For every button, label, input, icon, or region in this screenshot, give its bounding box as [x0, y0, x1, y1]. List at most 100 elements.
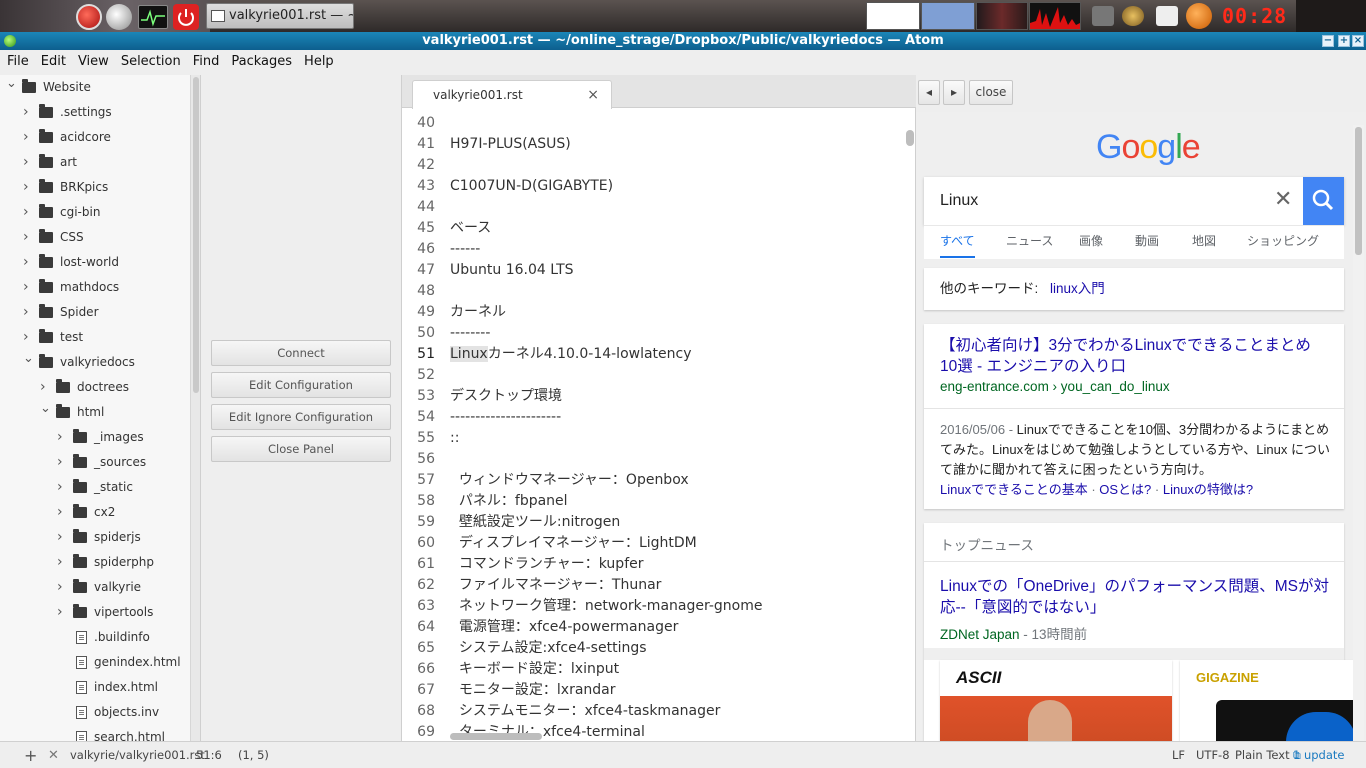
news-thumb-1[interactable]: ASCII [940, 660, 1172, 741]
system-monitor-icon[interactable] [138, 5, 168, 29]
minimize-button[interactable]: − [1322, 35, 1334, 47]
tree-folder[interactable]: › .settings [0, 100, 190, 125]
status-cursor-position[interactable]: 51:6 [196, 742, 222, 768]
tree-file[interactable]: .buildinfo [0, 625, 190, 650]
editor-line[interactable]: 62 ファイルマネージャー：Thunar [402, 575, 902, 596]
editor-line[interactable]: 49 カーネル [402, 302, 902, 323]
browser-scrollbar-thumb[interactable] [1355, 127, 1362, 255]
related-link[interactable]: linux入門 [1050, 281, 1105, 296]
editor-line[interactable]: 46 ------ [402, 239, 902, 260]
editor-line[interactable]: 51 Linuxカーネル4.10.0-14-lowlatency [402, 344, 902, 365]
tab-news[interactable]: ニュース [1006, 226, 1053, 256]
chevron-right-icon[interactable]: › [57, 500, 67, 525]
back-button[interactable]: ◂ [918, 80, 940, 105]
menu-selection[interactable]: Selection [115, 50, 187, 74]
chevron-right-icon[interactable]: › [57, 600, 67, 625]
tab-all[interactable]: すべて [940, 226, 975, 258]
editor-line[interactable]: 59 壁紙設定ツール:nitrogen [402, 512, 902, 533]
tree-file[interactable]: index.html [0, 675, 190, 700]
app-launcher-icon[interactable] [76, 4, 102, 30]
tree-folder[interactable]: › _sources [0, 450, 190, 475]
keyboard-icon[interactable] [1092, 6, 1114, 26]
editor-line[interactable]: 42 [402, 155, 902, 176]
status-file-path[interactable]: valkyrie/valkyrie001.rst [70, 742, 205, 768]
editor-line[interactable]: 68 システムモニター：xfce4-taskmanager [402, 701, 902, 722]
editor-line[interactable]: 58 パネル：fbpanel [402, 491, 902, 512]
chevron-right-icon[interactable]: › [23, 175, 33, 200]
editor-line[interactable]: 57 ウィンドウマネージャー：Openbox [402, 470, 902, 491]
tree-folder[interactable]: › valkyrie [0, 575, 190, 600]
dropbox-icon[interactable] [1156, 6, 1178, 26]
editor-line[interactable]: 40 [402, 113, 902, 134]
tree-file[interactable]: genindex.html [0, 650, 190, 675]
workspace-2[interactable] [921, 2, 975, 30]
menu-edit[interactable]: Edit [35, 50, 72, 74]
search-input[interactable]: Linux [940, 177, 978, 225]
tree-folder[interactable]: › _static [0, 475, 190, 500]
tree-folder[interactable]: › vipertools [0, 600, 190, 625]
editor-line[interactable]: 61 コマンドランチャー：kupfer [402, 554, 902, 575]
forward-button[interactable]: ▸ [943, 80, 965, 105]
status-encoding[interactable]: UTF-8 [1196, 742, 1230, 768]
tree-folder[interactable]: › mathdocs [0, 275, 190, 300]
tree-folder[interactable]: › CSS [0, 225, 190, 250]
menu-find[interactable]: Find [187, 50, 226, 74]
chevron-right-icon[interactable]: › [23, 150, 33, 175]
chevron-right-icon[interactable]: › [57, 425, 67, 450]
tree-folder[interactable]: › lost-world [0, 250, 190, 275]
editor-line[interactable]: 47 Ubuntu 16.04 LTS [402, 260, 902, 281]
search-box[interactable]: Linux ✕ [924, 177, 1344, 225]
editor-line[interactable]: 44 [402, 197, 902, 218]
status-grammar[interactable]: Plain Text [1235, 742, 1290, 768]
network-icon[interactable] [1122, 6, 1144, 26]
tree-folder[interactable]: › cx2 [0, 500, 190, 525]
editor-line[interactable]: 54 ---------------------- [402, 407, 902, 428]
tree-folder[interactable]: › _images [0, 425, 190, 450]
editor-line[interactable]: 64 電源管理：xfce4-powermanager [402, 617, 902, 638]
tree-folder[interactable]: › BRKpics [0, 175, 190, 200]
editor-line[interactable]: 52 [402, 365, 902, 386]
menu-file[interactable]: File [0, 50, 35, 74]
tree-folder[interactable]: ⌄ Website [0, 75, 190, 100]
tree-file[interactable]: search.html [0, 725, 190, 741]
tree-folder[interactable]: › doctrees [0, 375, 190, 400]
update-notifier-icon[interactable] [1186, 3, 1212, 29]
editor-line[interactable]: 55:: [402, 428, 902, 449]
tree-scrollbar-thumb[interactable] [193, 77, 199, 393]
tab-maps[interactable]: 地図 [1192, 226, 1216, 256]
tab-images[interactable]: 画像 [1079, 226, 1103, 256]
tab-videos[interactable]: 動画 [1135, 226, 1159, 256]
tree-folder[interactable]: › spiderjs [0, 525, 190, 550]
chevron-right-icon[interactable]: › [23, 275, 33, 300]
workspace-1[interactable] [866, 2, 920, 30]
chevron-right-icon[interactable]: › [57, 475, 67, 500]
editor-line[interactable]: 63 ネットワーク管理：network-manager-gnome [402, 596, 902, 617]
tree-folder[interactable]: ⌄ valkyriedocs [0, 350, 190, 375]
close-browser-button[interactable]: close [969, 80, 1013, 105]
add-pane-icon[interactable]: + [24, 742, 37, 768]
editor-line[interactable]: 65 システム設定:xfce4-settings [402, 638, 902, 659]
sublink-features[interactable]: Linuxの特徴は? [1163, 482, 1253, 497]
power-icon[interactable] [173, 4, 199, 30]
search-button[interactable] [1303, 177, 1344, 225]
menu-help[interactable]: Help [298, 50, 340, 74]
status-line-ending[interactable]: LF [1172, 742, 1185, 768]
close-panel-button[interactable]: Close Panel [211, 436, 391, 462]
editor-line[interactable]: 53 デスクトップ環境 [402, 386, 902, 407]
menu-view[interactable]: View [72, 50, 115, 74]
edit-ignore-configuration-button[interactable]: Edit Ignore Configuration [211, 404, 391, 430]
tab-shopping[interactable]: ショッピング [1247, 226, 1319, 256]
tree-folder[interactable]: ⌄ html [0, 400, 190, 425]
chevron-right-icon[interactable]: › [23, 225, 33, 250]
tree-scrollbar[interactable] [190, 75, 200, 741]
chevron-right-icon[interactable]: › [57, 450, 67, 475]
chevron-right-icon[interactable]: › [23, 300, 33, 325]
taskbar-window-button[interactable]: valkyrie001.rst — ~ [206, 3, 354, 29]
clear-search-icon[interactable]: ✕ [1274, 177, 1292, 223]
chevron-right-icon[interactable]: › [23, 125, 33, 150]
editor-line[interactable]: 66 キーボード設定：lxinput [402, 659, 902, 680]
menu-packages[interactable]: Packages [225, 50, 298, 74]
globe-icon[interactable] [106, 4, 132, 30]
result-url[interactable]: eng-entrance.com › you_can_do_linux [940, 379, 1170, 394]
workspace-3[interactable] [976, 2, 1028, 30]
